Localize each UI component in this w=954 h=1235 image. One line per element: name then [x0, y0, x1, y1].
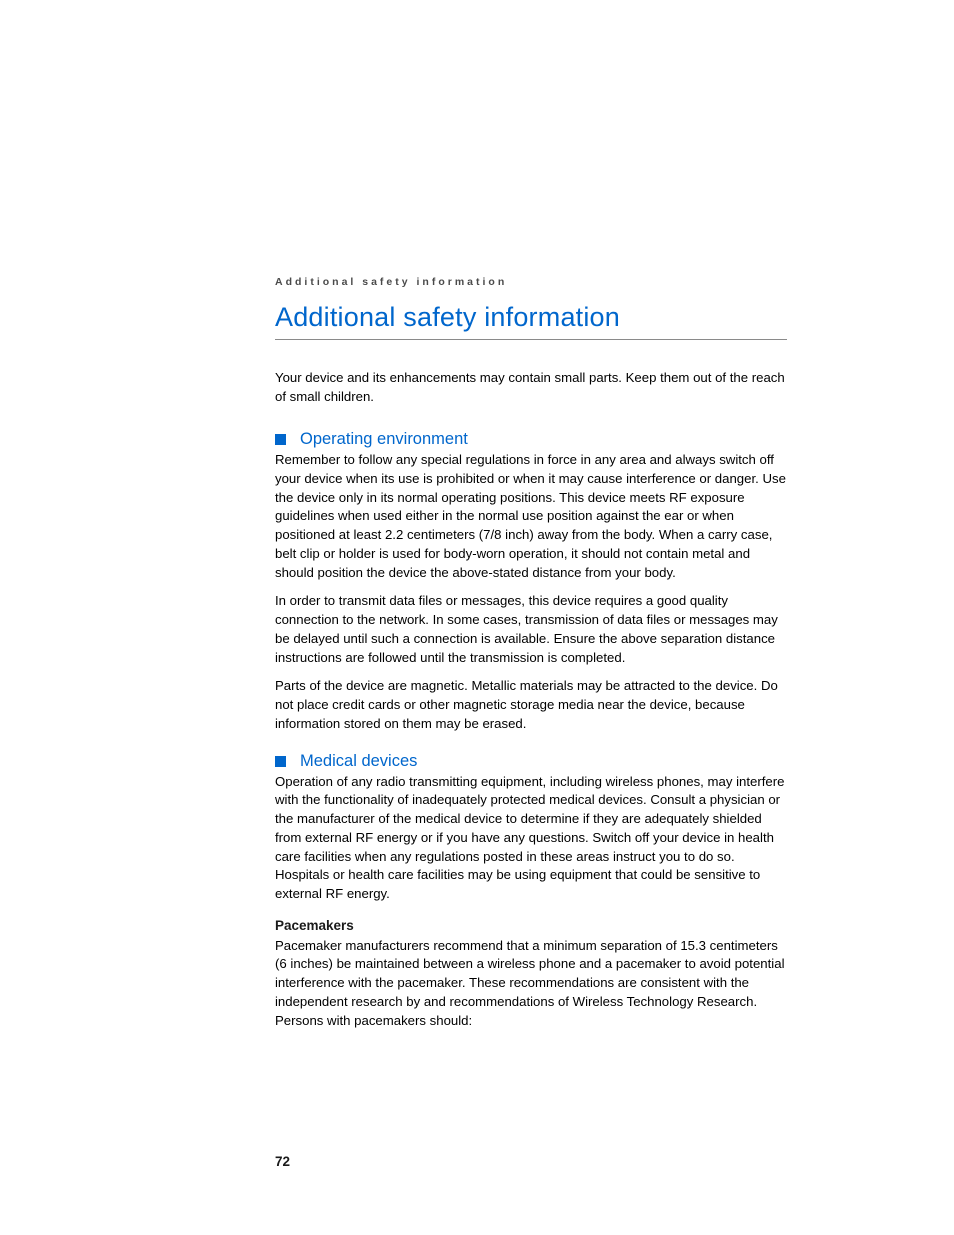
- section-heading: Medical devices: [275, 752, 787, 771]
- subsection-title: Pacemakers: [275, 918, 787, 933]
- section-title: Medical devices: [300, 752, 417, 771]
- section-heading: Operating environment: [275, 430, 787, 449]
- page-number: 72: [275, 1154, 290, 1169]
- body-paragraph: Pacemaker manufacturers recommend that a…: [275, 937, 787, 1031]
- section-operating-environment: Operating environment Remember to follow…: [275, 430, 787, 733]
- body-paragraph: In order to transmit data files or messa…: [275, 592, 787, 667]
- square-bullet-icon: [275, 756, 286, 767]
- intro-paragraph: Your device and its enhancements may con…: [275, 368, 787, 406]
- page-content: Additional safety information Additional…: [275, 276, 787, 1048]
- running-header: Additional safety information: [275, 276, 787, 288]
- body-paragraph: Remember to follow any special regulatio…: [275, 451, 787, 582]
- square-bullet-icon: [275, 434, 286, 445]
- body-paragraph: Parts of the device are magnetic. Metall…: [275, 677, 787, 733]
- page-title: Additional safety information: [275, 302, 787, 340]
- body-paragraph: Operation of any radio transmitting equi…: [275, 773, 787, 904]
- section-medical-devices: Medical devices Operation of any radio t…: [275, 752, 787, 1031]
- section-title: Operating environment: [300, 430, 468, 449]
